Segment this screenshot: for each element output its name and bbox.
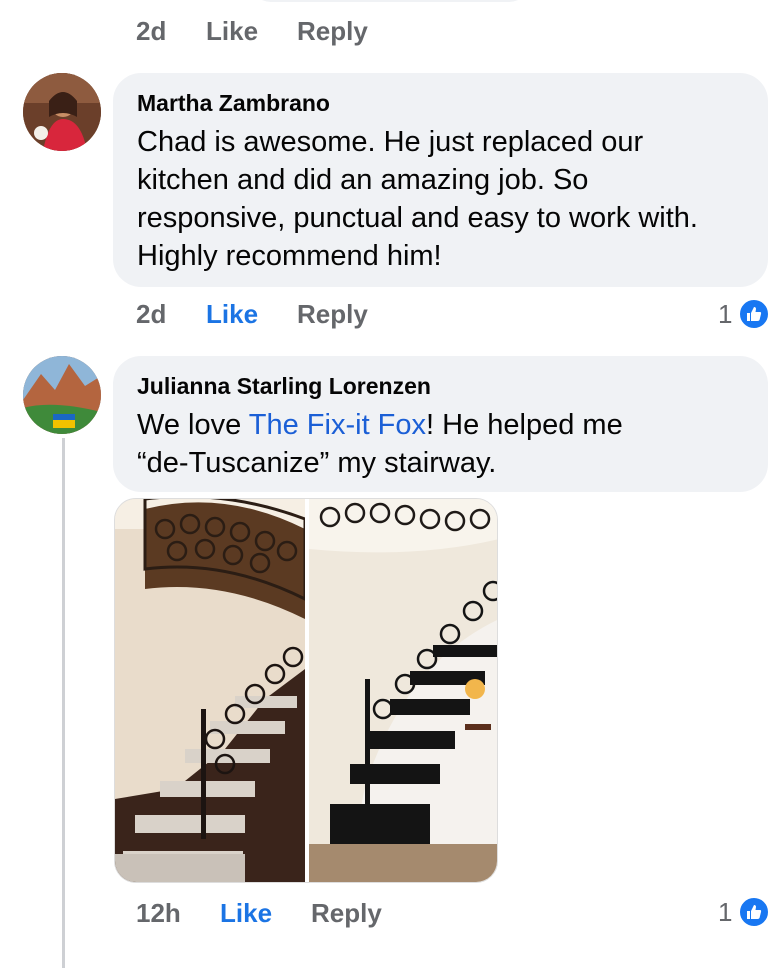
avatar[interactable]: [23, 356, 101, 434]
reaction-count-number: 1: [718, 298, 733, 329]
before-after-stairway-photo[interactable]: [114, 498, 498, 883]
comment-text: Chad is awesome. He just replaced our ki…: [137, 126, 698, 272]
comment-time[interactable]: 2d: [136, 16, 206, 47]
reaction-count-number: 1: [718, 896, 733, 927]
reply-button[interactable]: Reply: [311, 898, 382, 929]
comment-time[interactable]: 2d: [136, 299, 206, 330]
comment-actions: 2d Like Reply: [136, 299, 368, 330]
like-button[interactable]: Like: [220, 898, 311, 929]
comment-actions: 12h Like Reply: [136, 898, 382, 929]
comment-author[interactable]: Julianna Starling Lorenzen: [137, 373, 431, 400]
comment-text-start: We love: [137, 409, 249, 441]
page-mention-link[interactable]: The Fix-it Fox: [249, 409, 426, 441]
reply-button[interactable]: Reply: [297, 299, 368, 330]
reaction-count[interactable]: 1: [718, 298, 771, 330]
comment-bubble: Julianna Starling Lorenzen We love The F…: [113, 356, 768, 492]
like-button[interactable]: Like: [206, 299, 297, 330]
comment-actions: 2d Like Reply: [136, 16, 368, 47]
avatar[interactable]: [23, 73, 101, 151]
reply-button[interactable]: Reply: [297, 16, 368, 47]
previous-comment-bubble-edge: [250, 0, 530, 2]
comment-time[interactable]: 12h: [136, 898, 220, 929]
thumbs-up-icon: [738, 298, 771, 330]
reaction-count[interactable]: 1: [718, 896, 771, 928]
comment-author[interactable]: Martha Zambrano: [137, 90, 330, 117]
comment-text: We love The Fix-it Fox! He helped me “de…: [137, 406, 657, 482]
like-button[interactable]: Like: [206, 16, 297, 47]
comment-bubble: Martha Zambrano Chad is awesome. He just…: [113, 73, 768, 287]
thumbs-up-icon: [738, 896, 771, 928]
reply-thread-line: [62, 438, 65, 968]
